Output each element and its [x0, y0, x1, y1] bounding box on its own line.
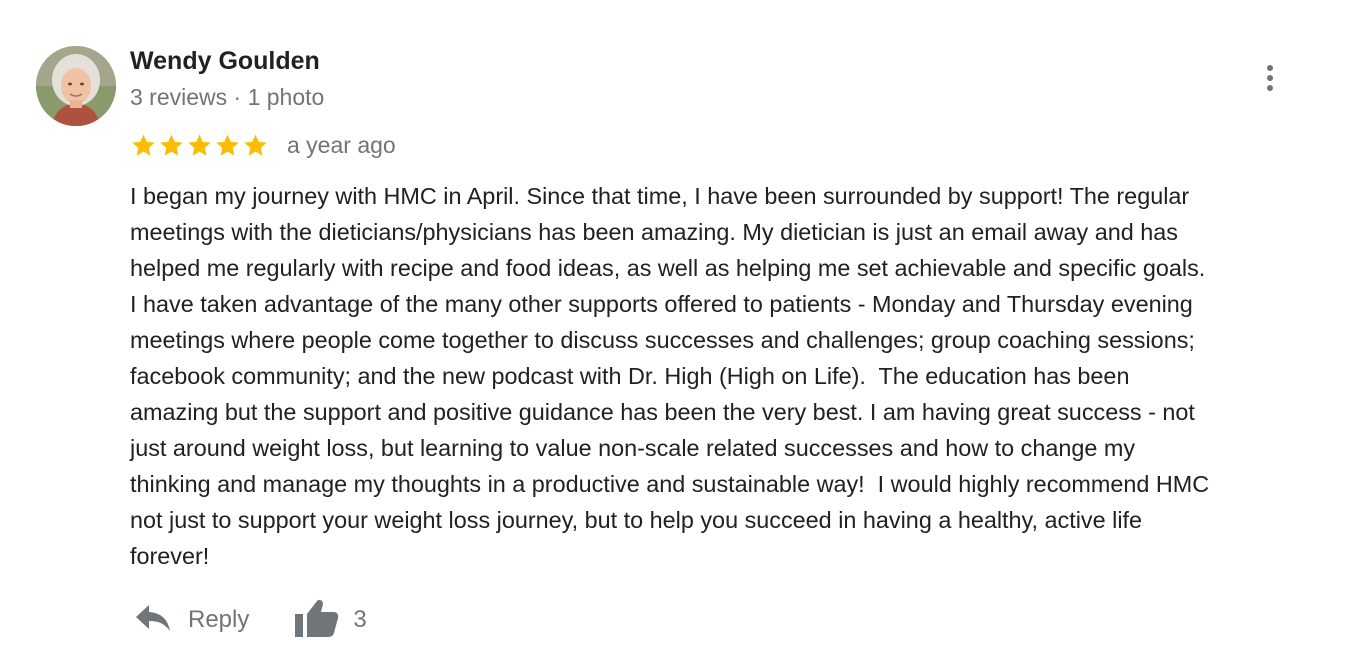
- thumbs-up-icon: [293, 597, 339, 644]
- review-text-line: I began my journey with HMC in April. Si…: [130, 183, 1190, 209]
- review-text: I began my journey with HMC in April. Si…: [130, 178, 1340, 574]
- review-text-line: amazing but the support and positive gui…: [130, 399, 1195, 425]
- star-icon: [242, 132, 269, 159]
- avatar-photo: [36, 46, 116, 126]
- review-time: a year ago: [287, 131, 396, 158]
- review-card: Wendy Goulden 3 reviews · 1 photo a year…: [0, 0, 1358, 661]
- star-icon: [214, 132, 241, 159]
- author-meta[interactable]: 3 reviews · 1 photo: [130, 82, 324, 112]
- star-rating: [130, 132, 269, 159]
- review-text-line: meetings where people come together to d…: [130, 327, 1195, 353]
- star-icon: [186, 132, 213, 159]
- review-text-line: helped me regularly with recipe and food…: [130, 255, 1206, 281]
- reply-label: Reply: [188, 606, 250, 633]
- author-name[interactable]: Wendy Goulden: [130, 46, 320, 76]
- review-text-line: I have taken advantage of the many other…: [130, 291, 1193, 317]
- star-icon: [158, 132, 185, 159]
- more-vertical-icon[interactable]: [1254, 62, 1286, 94]
- like-button[interactable]: 3: [293, 597, 367, 644]
- reply-button[interactable]: Reply: [134, 601, 249, 640]
- review-text-line: forever!: [130, 543, 210, 569]
- star-icon: [130, 132, 157, 159]
- rating-row: a year ago: [130, 128, 396, 162]
- like-count: 3: [353, 606, 367, 633]
- review-text-line: thinking and manage my thoughts in a pro…: [130, 471, 1210, 497]
- reply-icon: [134, 601, 172, 640]
- review-text-line: facebook community; and the new podcast …: [130, 363, 1130, 389]
- avatar[interactable]: [36, 46, 116, 126]
- review-text-line: not just to support your weight loss jou…: [130, 507, 1143, 533]
- review-text-line: just around weight loss, but learning to…: [130, 435, 1136, 461]
- review-text-line: meetings with the dieticians/physicians …: [130, 219, 1178, 245]
- review-actions: Reply 3: [134, 596, 367, 644]
